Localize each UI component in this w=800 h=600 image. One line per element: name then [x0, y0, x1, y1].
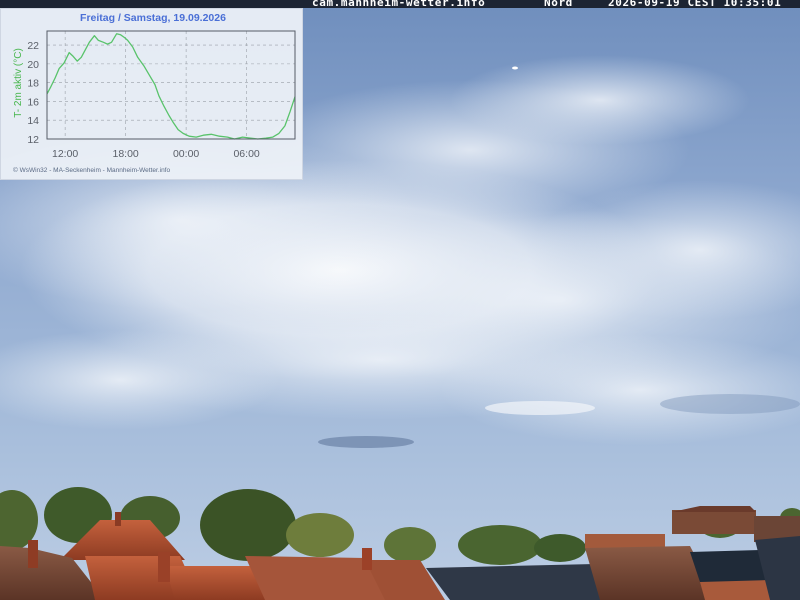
chart-plot-border: [46, 30, 296, 140]
chart-title: Freitag / Samstag, 19.09.2026: [80, 12, 226, 24]
camera-direction-label: Nord: [544, 0, 573, 9]
camera-overlay-bar: cam.mannheim-wetter.info Nord 2026-09-19…: [0, 0, 800, 9]
chart-footer: © WsWin32 - MA-Seckenheim - Mannheim-Wet…: [13, 166, 170, 174]
temperature-chart: Freitag / Samstag, 19.09.2026 T- 2m akti…: [13, 12, 296, 174]
camera-site-label: cam.mannheim-wetter.info: [312, 0, 486, 9]
y-tick-label: 12: [27, 134, 39, 146]
camera-timestamp: 2026-09-19 CEST 10:35:01: [608, 0, 782, 9]
x-tick-label: 00:00: [173, 148, 199, 160]
y-tick-label: 18: [27, 78, 39, 90]
chart-series: [46, 33, 296, 140]
y-tick-label: 20: [27, 59, 39, 71]
y-tick-label: 22: [27, 40, 39, 52]
y-tick-label: 14: [27, 115, 39, 127]
temperature-chart-panel: Freitag / Samstag, 19.09.2026 T- 2m akti…: [0, 8, 303, 180]
x-tick-label: 18:00: [112, 148, 138, 160]
x-tick-label: 12:00: [52, 148, 78, 160]
chart-grid: [47, 31, 295, 139]
chart-ticks: 12 14 16 18 20 22 12:00 18:00 00:00 06:00: [27, 40, 260, 160]
temperature-line: [46, 33, 296, 140]
x-tick-label: 06:00: [233, 148, 259, 160]
y-tick-label: 16: [27, 96, 39, 108]
chart-y-axis-label: T- 2m aktiv (°C): [13, 48, 24, 118]
